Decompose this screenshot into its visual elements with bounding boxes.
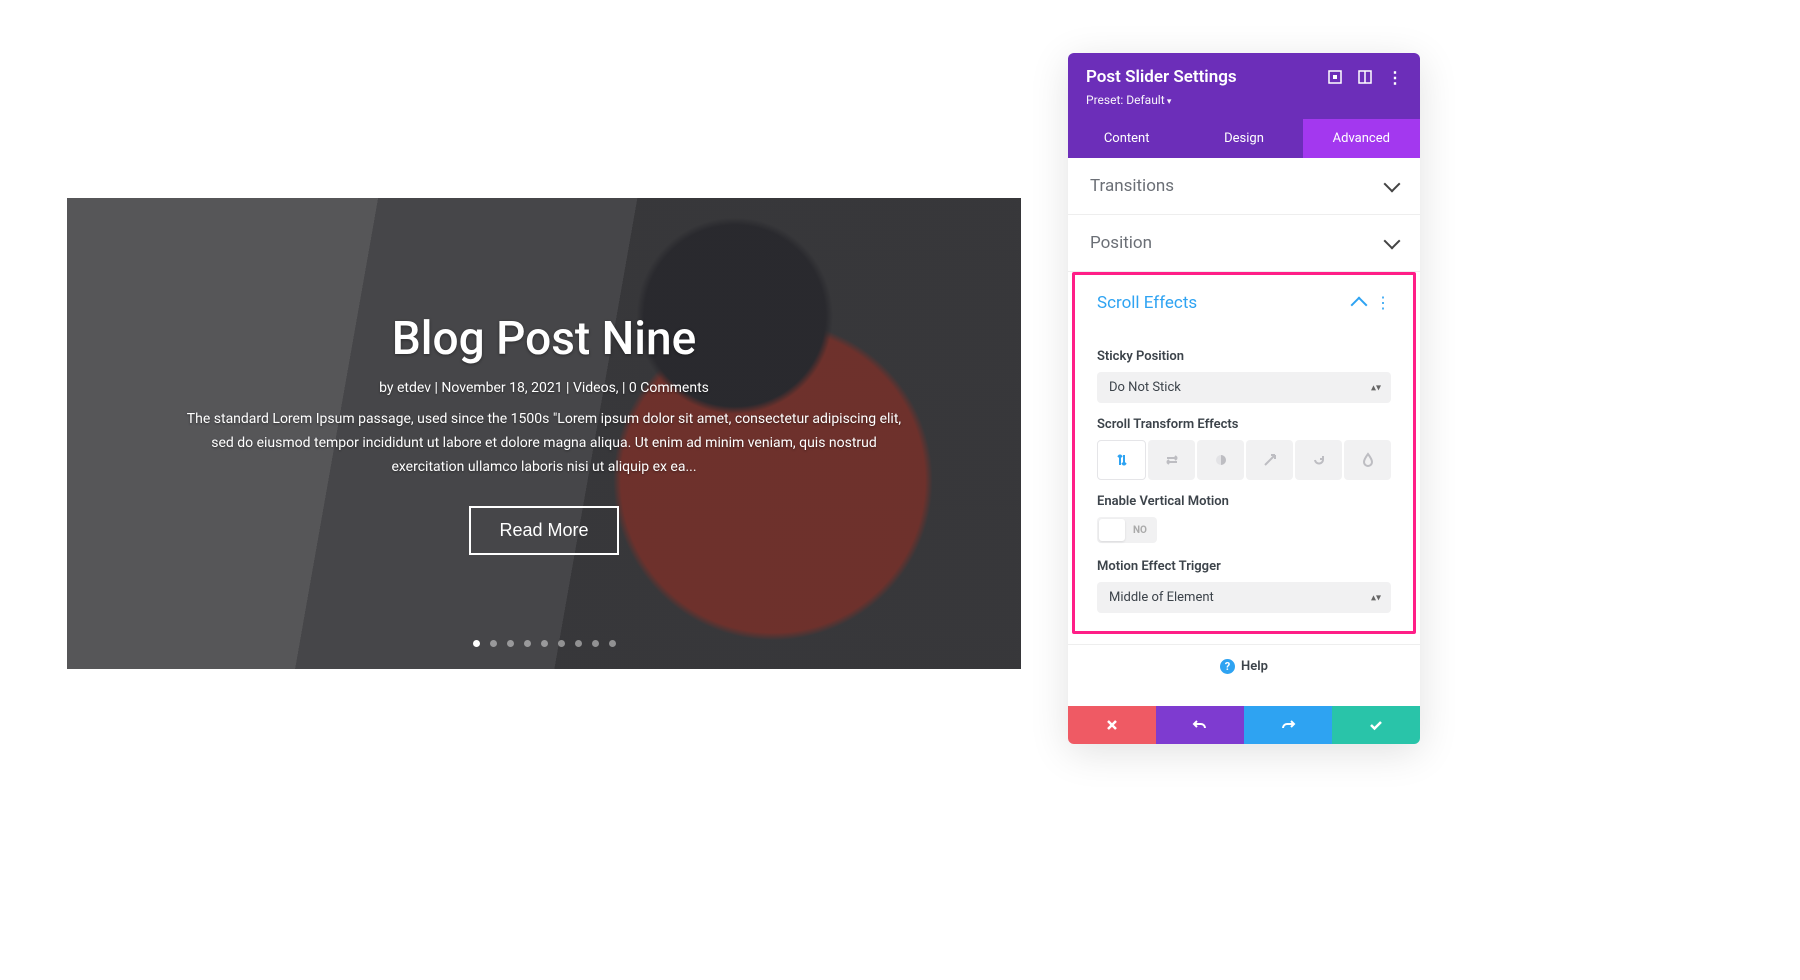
panel-title: Post Slider Settings: [1086, 67, 1237, 87]
slider-dot[interactable]: [592, 640, 599, 647]
chevron-up-icon: [1351, 297, 1368, 314]
preset-dropdown[interactable]: Preset: Default: [1086, 93, 1402, 107]
effect-vertical-icon[interactable]: [1097, 440, 1146, 480]
read-more-button[interactable]: Read More: [469, 506, 618, 555]
slide-title: Blog Post Nine: [392, 312, 697, 366]
effect-horizontal-icon[interactable]: [1148, 440, 1195, 480]
section-transitions-label: Transitions: [1090, 176, 1174, 196]
motion-trigger-select[interactable]: Middle of Element ▴▾: [1097, 582, 1391, 613]
tab-design[interactable]: Design: [1185, 119, 1302, 158]
undo-button[interactable]: [1156, 706, 1244, 744]
slider-dot[interactable]: [558, 640, 565, 647]
expand-icon[interactable]: [1328, 70, 1342, 84]
slider-dot[interactable]: [575, 640, 582, 647]
section-transitions[interactable]: Transitions: [1068, 158, 1420, 215]
scroll-effects-highlight: Scroll Effects ⋮ Sticky Position Do Not …: [1072, 272, 1416, 634]
slider-dot[interactable]: [490, 640, 497, 647]
slide-description: The standard Lorem Ipsum passage, used s…: [184, 408, 904, 479]
more-icon[interactable]: ⋮: [1388, 70, 1402, 84]
transform-effects-row: [1097, 440, 1391, 480]
snap-icon[interactable]: [1358, 70, 1372, 84]
motion-trigger-label: Motion Effect Trigger: [1097, 559, 1391, 574]
sticky-position-label: Sticky Position: [1097, 349, 1391, 364]
toggle-knob: [1099, 519, 1125, 541]
panel-footer: [1068, 706, 1420, 744]
settings-panel: Post Slider Settings ⋮ Preset: Default C…: [1068, 53, 1420, 744]
scroll-effects-content: Sticky Position Do Not Stick ▴▾ Scroll T…: [1075, 331, 1413, 613]
effect-scale-icon[interactable]: [1246, 440, 1293, 480]
sticky-position-select[interactable]: Do Not Stick ▴▾: [1097, 372, 1391, 403]
save-button[interactable]: [1332, 706, 1420, 744]
slider-dot[interactable]: [473, 640, 480, 647]
select-caret-icon: ▴▾: [1371, 592, 1381, 603]
chevron-down-icon: [1384, 176, 1401, 193]
vertical-motion-toggle[interactable]: NO: [1097, 517, 1157, 543]
help-label: Help: [1241, 659, 1268, 674]
help-row[interactable]: ? Help: [1068, 644, 1420, 688]
tab-advanced[interactable]: Advanced: [1303, 119, 1420, 158]
slider-dots: [67, 640, 1021, 647]
effect-rotate-icon[interactable]: [1295, 440, 1342, 480]
chevron-down-icon: [1384, 233, 1401, 250]
panel-tabs: Content Design Advanced: [1068, 119, 1420, 158]
section-scroll-effects[interactable]: Scroll Effects ⋮: [1075, 275, 1413, 331]
scroll-transform-label: Scroll Transform Effects: [1097, 417, 1391, 432]
slider-dot[interactable]: [541, 640, 548, 647]
slider-dot[interactable]: [609, 640, 616, 647]
slider-dot[interactable]: [524, 640, 531, 647]
slider-dot[interactable]: [507, 640, 514, 647]
slide-meta: by etdev | November 18, 2021 | Videos, |…: [379, 380, 709, 396]
vertical-motion-label: Enable Vertical Motion: [1097, 494, 1391, 509]
select-caret-icon: ▴▾: [1371, 382, 1381, 393]
toggle-value: NO: [1125, 525, 1155, 536]
panel-header: Post Slider Settings ⋮ Preset: Default: [1068, 53, 1420, 119]
section-position-label: Position: [1090, 233, 1152, 253]
panel-body: Transitions Position Scroll Effects ⋮ St…: [1068, 158, 1420, 706]
effect-fade-icon[interactable]: [1197, 440, 1244, 480]
section-scroll-effects-label: Scroll Effects: [1097, 293, 1197, 313]
section-position[interactable]: Position: [1068, 215, 1420, 272]
sticky-position-value: Do Not Stick: [1109, 380, 1181, 395]
help-icon: ?: [1220, 659, 1235, 674]
motion-trigger-value: Middle of Element: [1109, 590, 1214, 605]
redo-button[interactable]: [1244, 706, 1332, 744]
effect-blur-icon[interactable]: [1344, 440, 1391, 480]
tab-content[interactable]: Content: [1068, 119, 1185, 158]
cancel-button[interactable]: [1068, 706, 1156, 744]
post-slider-preview: Blog Post Nine by etdev | November 18, 2…: [67, 198, 1021, 669]
